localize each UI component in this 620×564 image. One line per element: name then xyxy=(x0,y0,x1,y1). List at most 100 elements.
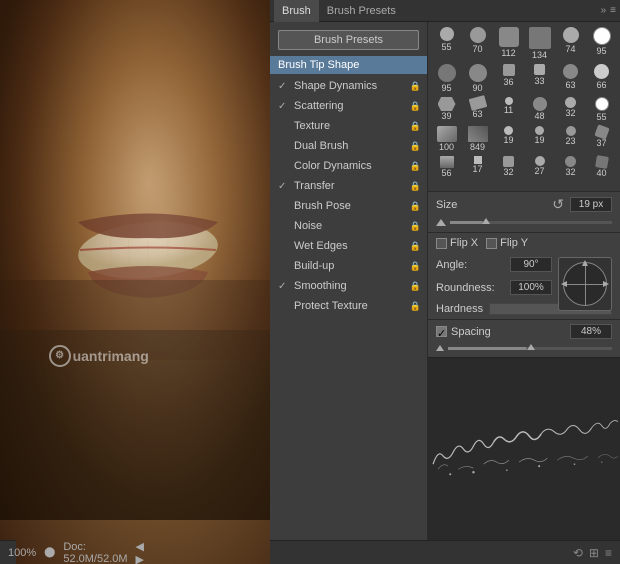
watermark: ⚙ uantrimang xyxy=(49,345,149,367)
size-section: Size ↺ 19 px xyxy=(428,192,620,233)
brush-presets-button[interactable]: Brush Presets xyxy=(278,30,419,50)
option-smoothing[interactable]: Smoothing 🔒 xyxy=(270,276,427,296)
watermark-icon: ⚙ xyxy=(49,345,71,367)
preset-63[interactable]: 63 xyxy=(556,63,585,94)
presets-scroll-container: 55 70 112 134 74 95 95 90 36 33 63 66 xyxy=(432,26,616,179)
presets-grid[interactable]: 55 70 112 134 74 95 95 90 36 33 63 66 xyxy=(428,22,620,192)
preset-95b[interactable]: 95 xyxy=(432,63,461,94)
tab-close-icon[interactable]: ≡ xyxy=(610,5,616,16)
tab-menu-icon[interactable]: » xyxy=(601,5,607,16)
lock-icon-buildup: 🔒 xyxy=(410,261,421,272)
option-color-dynamics[interactable]: Color Dynamics 🔒 xyxy=(270,156,427,176)
option-texture[interactable]: Texture 🔒 xyxy=(270,116,427,136)
flip-x-row[interactable]: Flip X xyxy=(436,237,478,249)
roundness-input[interactable]: 100% xyxy=(510,280,552,295)
zoom-level: 100% xyxy=(8,547,36,559)
preset-33[interactable]: 33 xyxy=(525,63,554,94)
tab-icons: » ≡ xyxy=(601,5,616,16)
preset-849[interactable]: 849 xyxy=(463,125,492,153)
preset-40[interactable]: 40 xyxy=(587,155,616,179)
lock-icon-protect: 🔒 xyxy=(410,301,421,312)
flip-y-checkbox[interactable] xyxy=(486,238,497,249)
crosshair-v xyxy=(585,263,586,305)
status-doc: Doc: 52.0M/52.0M xyxy=(63,541,127,564)
lock-icon-pose: 🔒 xyxy=(410,201,421,212)
preset-36[interactable]: 36 xyxy=(494,63,523,94)
spacing-checkbox[interactable]: ✓ xyxy=(436,326,447,337)
option-noise[interactable]: Noise 🔒 xyxy=(270,216,427,236)
preset-32c[interactable]: 32 xyxy=(556,155,585,179)
preset-17[interactable]: 17 xyxy=(463,155,492,179)
photo-background: ⚙ uantrimang xyxy=(0,0,270,564)
brush-right-panel: 55 70 112 134 74 95 95 90 36 33 63 66 xyxy=(428,22,620,540)
spacing-arrow[interactable] xyxy=(436,345,444,351)
preset-63b[interactable]: 63 xyxy=(463,96,492,123)
option-wet-edges[interactable]: Wet Edges 🔒 xyxy=(270,236,427,256)
preset-27[interactable]: 27 xyxy=(525,155,554,179)
lock-icon-shape: 🔒 xyxy=(410,81,421,92)
lock-icon-dual: 🔒 xyxy=(410,141,421,152)
roundness-label: Roundness: xyxy=(436,282,504,294)
size-arrow-up[interactable] xyxy=(436,219,446,226)
photo-area: ⚙ uantrimang 100% ⬤ Doc: 52.0M/52.0M ◀ ▶ xyxy=(0,0,270,564)
angle-dot-right xyxy=(603,281,609,287)
size-value[interactable]: 19 px xyxy=(570,197,612,212)
option-scattering[interactable]: Scattering 🔒 xyxy=(270,96,427,116)
bottom-bar: ⟲ ⊞ ≡ xyxy=(270,540,620,564)
angle-dot-left xyxy=(561,281,567,287)
preset-100[interactable]: 100 xyxy=(432,125,461,153)
option-protect-texture[interactable]: Protect Texture 🔒 xyxy=(270,296,427,316)
preset-112[interactable]: 112 xyxy=(494,26,523,61)
spacing-section: ✓ Spacing 48% xyxy=(428,319,620,357)
lock-icon-wet: 🔒 xyxy=(410,241,421,252)
bottom-icon-3[interactable]: ≡ xyxy=(605,546,612,560)
option-brush-pose[interactable]: Brush Pose 🔒 xyxy=(270,196,427,216)
spacing-label: Spacing xyxy=(451,326,566,338)
option-buildup[interactable]: Build-up 🔒 xyxy=(270,256,427,276)
lock-icon-texture: 🔒 xyxy=(410,121,421,132)
preset-134[interactable]: 134 xyxy=(525,26,554,61)
angle-circle xyxy=(563,262,607,306)
preset-23[interactable]: 23 xyxy=(556,125,585,153)
brush-tip-shape-header[interactable]: Brush Tip Shape xyxy=(270,56,427,74)
lock-icon-noise: 🔒 xyxy=(410,221,421,232)
preset-55[interactable]: 55 xyxy=(432,26,461,61)
preset-70[interactable]: 70 xyxy=(463,26,492,61)
tab-brush-presets[interactable]: Brush Presets xyxy=(319,0,404,22)
flip-x-checkbox[interactable] xyxy=(436,238,447,249)
angle-dot-top xyxy=(582,260,588,266)
lock-icon-color: 🔒 xyxy=(410,161,421,172)
preset-19b[interactable]: 19 xyxy=(525,125,554,153)
spacing-row: ✓ Spacing 48% xyxy=(436,324,612,339)
preset-11[interactable]: 11 xyxy=(494,96,523,123)
option-transfer[interactable]: Transfer 🔒 xyxy=(270,176,427,196)
hardness-label: Hardness xyxy=(436,303,483,315)
flip-y-row[interactable]: Flip Y xyxy=(486,237,528,249)
status-doc-icon: ⬤ xyxy=(44,547,55,558)
preset-95[interactable]: 95 xyxy=(587,26,616,61)
spacing-value[interactable]: 48% xyxy=(570,324,612,339)
option-shape-dynamics[interactable]: Shape Dynamics 🔒 xyxy=(270,76,427,96)
preset-48[interactable]: 48 xyxy=(525,96,554,123)
preset-32b[interactable]: 32 xyxy=(494,155,523,179)
angle-widget[interactable] xyxy=(558,257,612,311)
bottom-icon-1[interactable]: ⟲ xyxy=(573,546,583,560)
preset-19[interactable]: 19 xyxy=(494,125,523,153)
preset-37[interactable]: 37 xyxy=(587,125,616,153)
preset-56[interactable]: 56 xyxy=(432,155,461,179)
tab-bar: Brush Brush Presets » ≡ xyxy=(270,0,620,22)
brush-sidebar: Brush Presets Brush Tip Shape Shape Dyna… xyxy=(270,22,428,540)
preset-39[interactable]: 39 xyxy=(432,96,461,123)
tab-brush[interactable]: Brush xyxy=(274,0,319,22)
angle-input[interactable]: 90° xyxy=(510,257,552,272)
preset-66[interactable]: 66 xyxy=(587,63,616,94)
bottom-icon-2[interactable]: ⊞ xyxy=(589,546,599,560)
preset-55c[interactable]: 55 xyxy=(587,96,616,123)
option-dual-brush[interactable]: Dual Brush 🔒 xyxy=(270,136,427,156)
preset-74[interactable]: 74 xyxy=(556,26,585,61)
size-reset-icon[interactable]: ↺ xyxy=(552,196,564,213)
flip-section: Flip X Flip Y xyxy=(428,233,620,253)
preset-32[interactable]: 32 xyxy=(556,96,585,123)
brush-panel: Brush Brush Presets » ≡ Brush Presets Br… xyxy=(270,0,620,540)
preset-90[interactable]: 90 xyxy=(463,63,492,94)
